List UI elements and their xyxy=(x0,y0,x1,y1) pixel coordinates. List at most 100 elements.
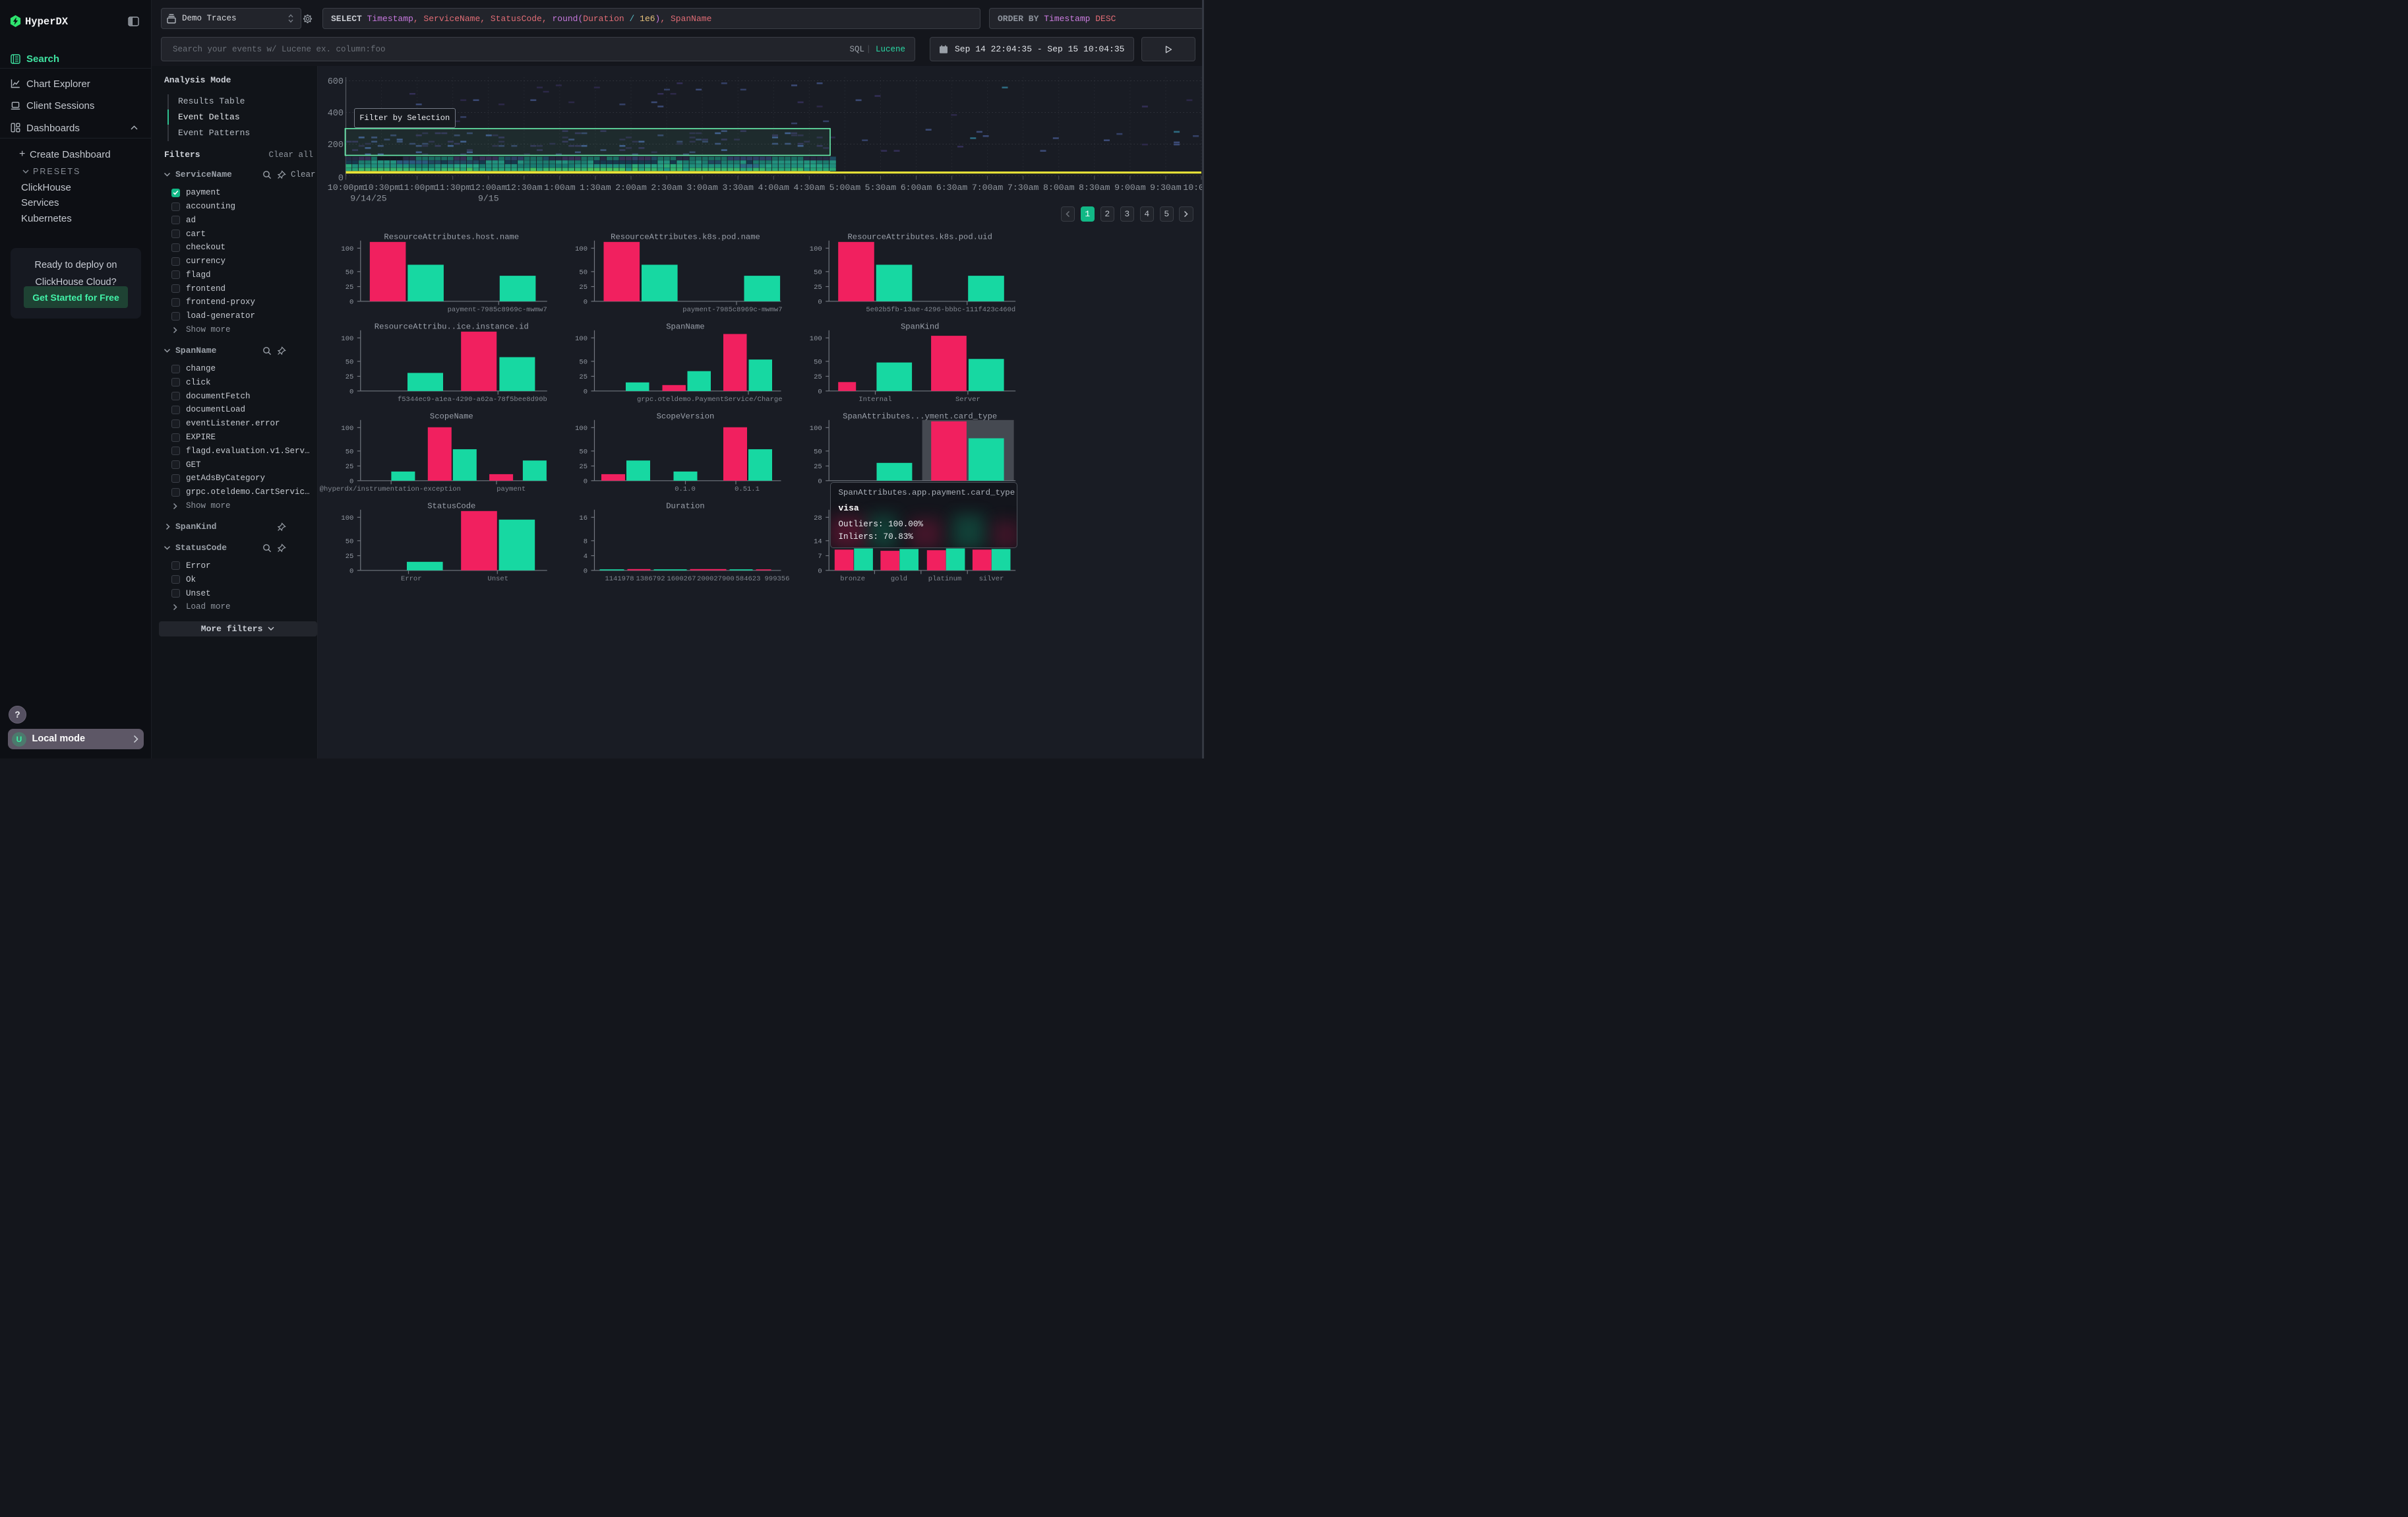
svg-text:0: 0 xyxy=(349,478,353,485)
svg-text:200027900: 200027900 xyxy=(697,575,735,583)
svg-text:0: 0 xyxy=(349,298,353,306)
svg-text:9/15: 9/15 xyxy=(478,194,499,204)
svg-text:ResourceAttributes.k8s.pod.nam: ResourceAttributes.k8s.pod.name xyxy=(611,232,760,241)
svg-text:200: 200 xyxy=(328,140,344,150)
svg-text:25: 25 xyxy=(814,463,822,471)
svg-text:25: 25 xyxy=(579,284,587,292)
svg-text:100: 100 xyxy=(575,335,587,343)
svg-text:25: 25 xyxy=(579,463,587,471)
svg-text:SpanName: SpanName xyxy=(666,322,705,331)
svg-text:50: 50 xyxy=(346,358,354,366)
svg-text:8: 8 xyxy=(584,538,587,545)
svg-text:25: 25 xyxy=(814,284,822,292)
svg-text:12:30am: 12:30am xyxy=(506,183,542,193)
svg-text:50: 50 xyxy=(814,268,822,276)
svg-text:0.1.0: 0.1.0 xyxy=(675,485,696,493)
svg-text:Duration: Duration xyxy=(666,501,705,511)
svg-text:100: 100 xyxy=(810,245,822,253)
svg-text:8:30am: 8:30am xyxy=(1079,183,1110,193)
svg-text:25: 25 xyxy=(814,373,822,381)
svg-text:50: 50 xyxy=(346,538,354,545)
svg-text:2:00am: 2:00am xyxy=(615,183,647,193)
svg-text:100: 100 xyxy=(575,425,587,433)
svg-text:4:30am: 4:30am xyxy=(794,183,826,193)
svg-text:400: 400 xyxy=(328,109,344,119)
svg-text:payment: payment xyxy=(497,485,526,493)
svg-text:600: 600 xyxy=(328,77,344,87)
svg-text:50: 50 xyxy=(346,268,354,276)
svg-text:0: 0 xyxy=(818,388,822,396)
svg-text:50: 50 xyxy=(579,358,587,366)
svg-text:Error: Error xyxy=(401,575,422,583)
svg-text:gold: gold xyxy=(891,575,907,583)
svg-text:Internal: Internal xyxy=(858,396,891,404)
svg-text:9:00am: 9:00am xyxy=(1114,183,1146,193)
svg-text:3:00am: 3:00am xyxy=(686,183,718,193)
svg-text:0: 0 xyxy=(818,478,822,485)
svg-text:bronze: bronze xyxy=(840,575,865,583)
svg-text:payment-7985c8969c-mwmw7: payment-7985c8969c-mwmw7 xyxy=(682,306,782,314)
svg-text:10:00am: 10:00am xyxy=(1183,183,1204,193)
svg-text:10:00pm: 10:00pm xyxy=(328,183,364,193)
svg-text:11:30pm: 11:30pm xyxy=(435,183,471,193)
svg-text:100: 100 xyxy=(341,425,353,433)
svg-text:9:30am: 9:30am xyxy=(1150,183,1182,193)
svg-text:50: 50 xyxy=(579,448,587,456)
svg-text:6:00am: 6:00am xyxy=(901,183,932,193)
svg-text:ResourceAttributes.k8s.pod.uid: ResourceAttributes.k8s.pod.uid xyxy=(847,232,992,241)
svg-text:@hyperdx/instrumentation-excep: @hyperdx/instrumentation-exception xyxy=(320,485,461,493)
svg-text:5:30am: 5:30am xyxy=(865,183,897,193)
svg-text:1:30am: 1:30am xyxy=(580,183,611,193)
svg-text:4: 4 xyxy=(584,553,587,561)
svg-text:0: 0 xyxy=(818,298,822,306)
svg-text:1:00am: 1:00am xyxy=(544,183,576,193)
svg-text:12:00am: 12:00am xyxy=(470,183,506,193)
svg-text:0: 0 xyxy=(584,388,587,396)
svg-text:ScopeVersion: ScopeVersion xyxy=(657,412,715,421)
svg-text:silver: silver xyxy=(979,575,1004,583)
svg-text:0: 0 xyxy=(584,567,587,575)
svg-text:7:30am: 7:30am xyxy=(1008,183,1039,193)
svg-text:2:30am: 2:30am xyxy=(651,183,682,193)
svg-text:9/14/25: 9/14/25 xyxy=(350,194,386,204)
svg-text:25: 25 xyxy=(346,284,354,292)
svg-text:0: 0 xyxy=(584,298,587,306)
svg-text:ScopeName: ScopeName xyxy=(430,412,473,421)
svg-text:16: 16 xyxy=(579,514,587,522)
svg-text:StatusCode: StatusCode xyxy=(427,501,475,511)
svg-text:25: 25 xyxy=(346,463,354,471)
svg-text:999356: 999356 xyxy=(765,575,790,583)
svg-text:3:30am: 3:30am xyxy=(722,183,754,193)
svg-text:1600267: 1600267 xyxy=(667,575,696,583)
svg-text:Server: Server xyxy=(955,396,980,404)
svg-text:25: 25 xyxy=(346,553,354,561)
svg-text:0: 0 xyxy=(349,388,353,396)
svg-text:14: 14 xyxy=(814,538,822,545)
svg-text:5:00am: 5:00am xyxy=(829,183,861,193)
svg-text:f5344ec9-a1ea-4290-a62a-78f5be: f5344ec9-a1ea-4290-a62a-78f5bee8d90b xyxy=(398,396,547,404)
svg-text:28: 28 xyxy=(814,514,822,522)
svg-text:11:00pm: 11:00pm xyxy=(399,183,435,193)
svg-text:50: 50 xyxy=(346,448,354,456)
svg-text:SpanAttributes...yment.card_ty: SpanAttributes...yment.card_type xyxy=(843,412,997,421)
svg-text:100: 100 xyxy=(341,514,353,522)
svg-text:100: 100 xyxy=(810,425,822,433)
svg-text:6:30am: 6:30am xyxy=(936,183,968,193)
svg-text:platinum: platinum xyxy=(928,575,961,583)
svg-text:1386792: 1386792 xyxy=(636,575,665,583)
svg-text:50: 50 xyxy=(579,268,587,276)
svg-text:25: 25 xyxy=(346,373,354,381)
svg-text:4:00am: 4:00am xyxy=(758,183,789,193)
svg-text:25: 25 xyxy=(579,373,587,381)
svg-text:grpc.oteldemo.PaymentService/C: grpc.oteldemo.PaymentService/Charge xyxy=(637,396,783,404)
svg-text:7:00am: 7:00am xyxy=(972,183,1004,193)
svg-text:100: 100 xyxy=(341,245,353,253)
svg-text:100: 100 xyxy=(575,245,587,253)
svg-text:5e02b5fb-13ae-4296-bbbc-111f42: 5e02b5fb-13ae-4296-bbbc-111f423c460d xyxy=(866,306,1015,314)
svg-text:10:30pm: 10:30pm xyxy=(363,183,400,193)
svg-text:50: 50 xyxy=(814,358,822,366)
svg-text:Unset: Unset xyxy=(488,575,509,583)
svg-text:7: 7 xyxy=(818,553,822,561)
svg-text:100: 100 xyxy=(810,335,822,343)
svg-text:ResourceAttributes.host.name: ResourceAttributes.host.name xyxy=(384,232,519,241)
